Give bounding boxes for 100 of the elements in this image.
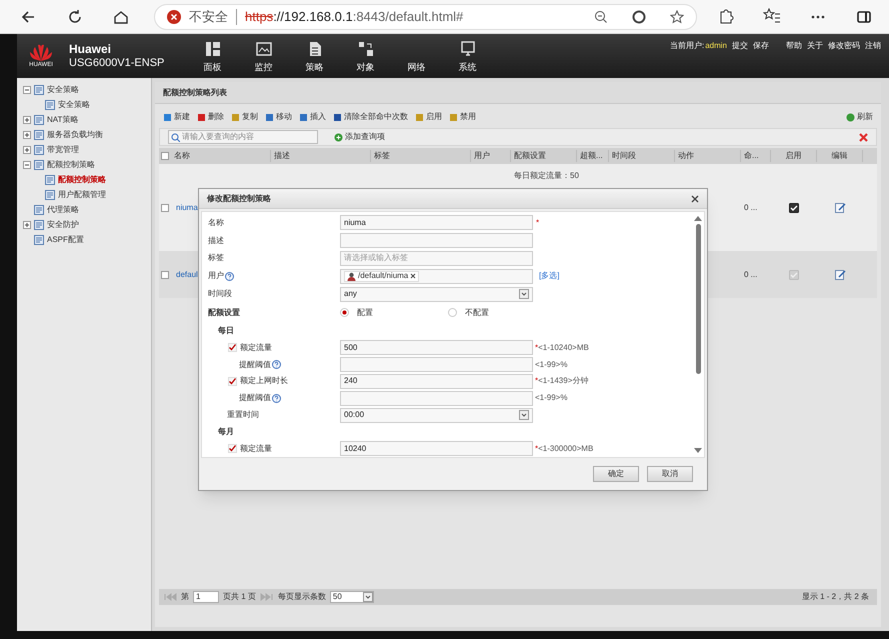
input-field[interactable] <box>340 357 533 372</box>
expand-icon[interactable] <box>23 220 31 228</box>
tree-item[interactable]: NAT策略 <box>47 114 78 126</box>
nav-tab[interactable]: 策略 <box>289 34 340 78</box>
tree-item[interactable]: 用户配额管理 <box>58 188 106 200</box>
toolbar-button[interactable]: 删除 <box>197 111 224 123</box>
tree-item[interactable]: 带宽管理 <box>47 144 79 156</box>
computer-icon <box>458 40 476 58</box>
per-page-select[interactable]: 50 <box>330 591 374 603</box>
expand-icon[interactable] <box>23 146 31 154</box>
input-field[interactable]: 500 <box>340 340 533 356</box>
nav-tab[interactable]: 面板 <box>187 34 238 78</box>
checkbox[interactable] <box>161 204 169 212</box>
radio-button[interactable] <box>448 308 457 318</box>
checkbox[interactable] <box>161 152 169 160</box>
column-header[interactable]: 标签 <box>371 150 471 162</box>
toolbar-icon <box>265 112 274 122</box>
input-field[interactable] <box>340 390 533 406</box>
scroll-up-icon <box>694 216 702 221</box>
required-mark: * <box>536 216 540 229</box>
header-link[interactable]: 修改密码 <box>828 40 860 52</box>
column-header[interactable]: 时间段 <box>609 150 675 162</box>
tree-item[interactable]: 安全策略 <box>58 98 90 110</box>
policy-icon <box>45 174 55 184</box>
tree-item[interactable]: 配额控制策略 <box>47 158 95 170</box>
column-header[interactable]: 动作 <box>675 150 741 162</box>
input-field[interactable]: niuma <box>340 215 533 230</box>
tree-item[interactable]: 代理策略 <box>47 204 79 216</box>
favorites-icon[interactable] <box>763 8 781 26</box>
column-header[interactable]: 名称 <box>171 150 271 162</box>
model-name: USG6000V1-ENSP <box>69 56 166 70</box>
header-link[interactable]: 提交 <box>732 40 748 52</box>
column-header[interactable]: 编辑 <box>817 150 863 162</box>
header-link[interactable]: 保存 <box>753 40 769 52</box>
first-page-icon <box>163 593 177 601</box>
address-bar[interactable]: 不安全 https://192.168.0.1:8443/default.html# <box>154 4 697 30</box>
dialog-button[interactable]: 确定 <box>593 466 639 482</box>
input-field[interactable]: /default/niuma <box>340 268 533 284</box>
select-field[interactable]: any <box>340 286 533 302</box>
toolbar-button[interactable]: 启用 <box>415 111 442 123</box>
checkbox[interactable] <box>228 343 237 352</box>
toolbar-button[interactable]: 清除全部命中次数 <box>333 111 408 123</box>
input-field[interactable]: 240 <box>340 374 533 389</box>
range-hint: *<1-300000>MB <box>535 442 594 455</box>
field-label: 时间段 <box>208 288 232 300</box>
nav-tab[interactable]: 对象 <box>340 34 391 78</box>
zoom-out-icon[interactable] <box>594 10 608 24</box>
security-label: 不安全 <box>189 8 228 26</box>
nav-tab[interactable]: 监控 <box>238 34 289 78</box>
toolbar-button[interactable]: 复制 <box>231 111 258 123</box>
expand-icon[interactable] <box>23 130 31 138</box>
column-header[interactable]: 用户 <box>471 150 511 162</box>
column-header[interactable]: 描述 <box>271 150 371 162</box>
tree-item[interactable]: 配额控制策略 <box>58 174 106 186</box>
radio-button[interactable] <box>340 308 349 318</box>
toolbar-button[interactable]: 插入 <box>299 111 326 123</box>
header-link[interactable]: 注销 <box>865 40 881 52</box>
monitor-icon <box>254 40 272 58</box>
select-field[interactable]: 00:00 <box>340 408 533 423</box>
tree-item[interactable]: 服务器负载均衡 <box>47 128 103 140</box>
nav-tab[interactable]: 网络 <box>391 34 442 78</box>
column-header[interactable]: 配额设置 <box>511 150 577 162</box>
tree-item[interactable]: ASPF配置 <box>47 234 84 246</box>
add-query-button[interactable]: 添加查询项 <box>334 131 385 143</box>
policy-icon <box>34 130 44 140</box>
column-header[interactable]: 超额... <box>577 150 609 162</box>
tree-item[interactable]: 安全防护 <box>47 218 79 230</box>
panel-title: 配额控制策略列表 <box>163 86 227 98</box>
close-icon[interactable] <box>691 194 699 202</box>
edit-icon[interactable] <box>834 269 846 280</box>
column-header[interactable]: 启用 <box>771 150 817 162</box>
column-header[interactable]: 命... <box>741 150 771 162</box>
table-cell: 0 ... <box>744 268 758 280</box>
policy-link[interactable]: niuma <box>174 202 198 214</box>
toolbar-button[interactable]: 新建 <box>163 111 190 123</box>
checkbox[interactable] <box>228 376 237 386</box>
field-label: 描述 <box>208 234 224 247</box>
toolbar-button[interactable]: 禁用 <box>449 111 476 123</box>
page-field[interactable]: 1 <box>193 591 219 603</box>
input-field[interactable]: 10240 <box>340 441 533 456</box>
header-link[interactable]: 关于 <box>807 40 823 52</box>
scrollbar-thumb[interactable] <box>696 224 700 374</box>
input-field[interactable] <box>340 233 533 248</box>
collapse-icon[interactable] <box>23 160 31 168</box>
user-tag[interactable]: /default/niuma <box>344 270 420 282</box>
header-link[interactable]: 帮助 <box>786 40 802 52</box>
star-icon[interactable] <box>670 10 684 24</box>
dialog-title: 修改配额控制策略 <box>207 192 271 204</box>
checkbox[interactable] <box>228 444 237 454</box>
edit-icon[interactable] <box>834 202 846 213</box>
refresh-button[interactable]: 刷新 <box>846 111 873 123</box>
dialog-button[interactable]: 取消 <box>647 466 693 482</box>
close-icon[interactable] <box>859 132 868 142</box>
enabled-checkbox[interactable] <box>789 202 799 212</box>
expand-icon[interactable] <box>23 116 31 124</box>
toolbar-button[interactable]: 移动 <box>265 111 292 123</box>
tree-item[interactable]: 安全策略 <box>47 84 79 96</box>
collapse-icon[interactable] <box>23 86 31 94</box>
nav-tab[interactable]: 系统 <box>442 34 493 78</box>
multi-select-link[interactable]: [多选] <box>539 270 560 282</box>
